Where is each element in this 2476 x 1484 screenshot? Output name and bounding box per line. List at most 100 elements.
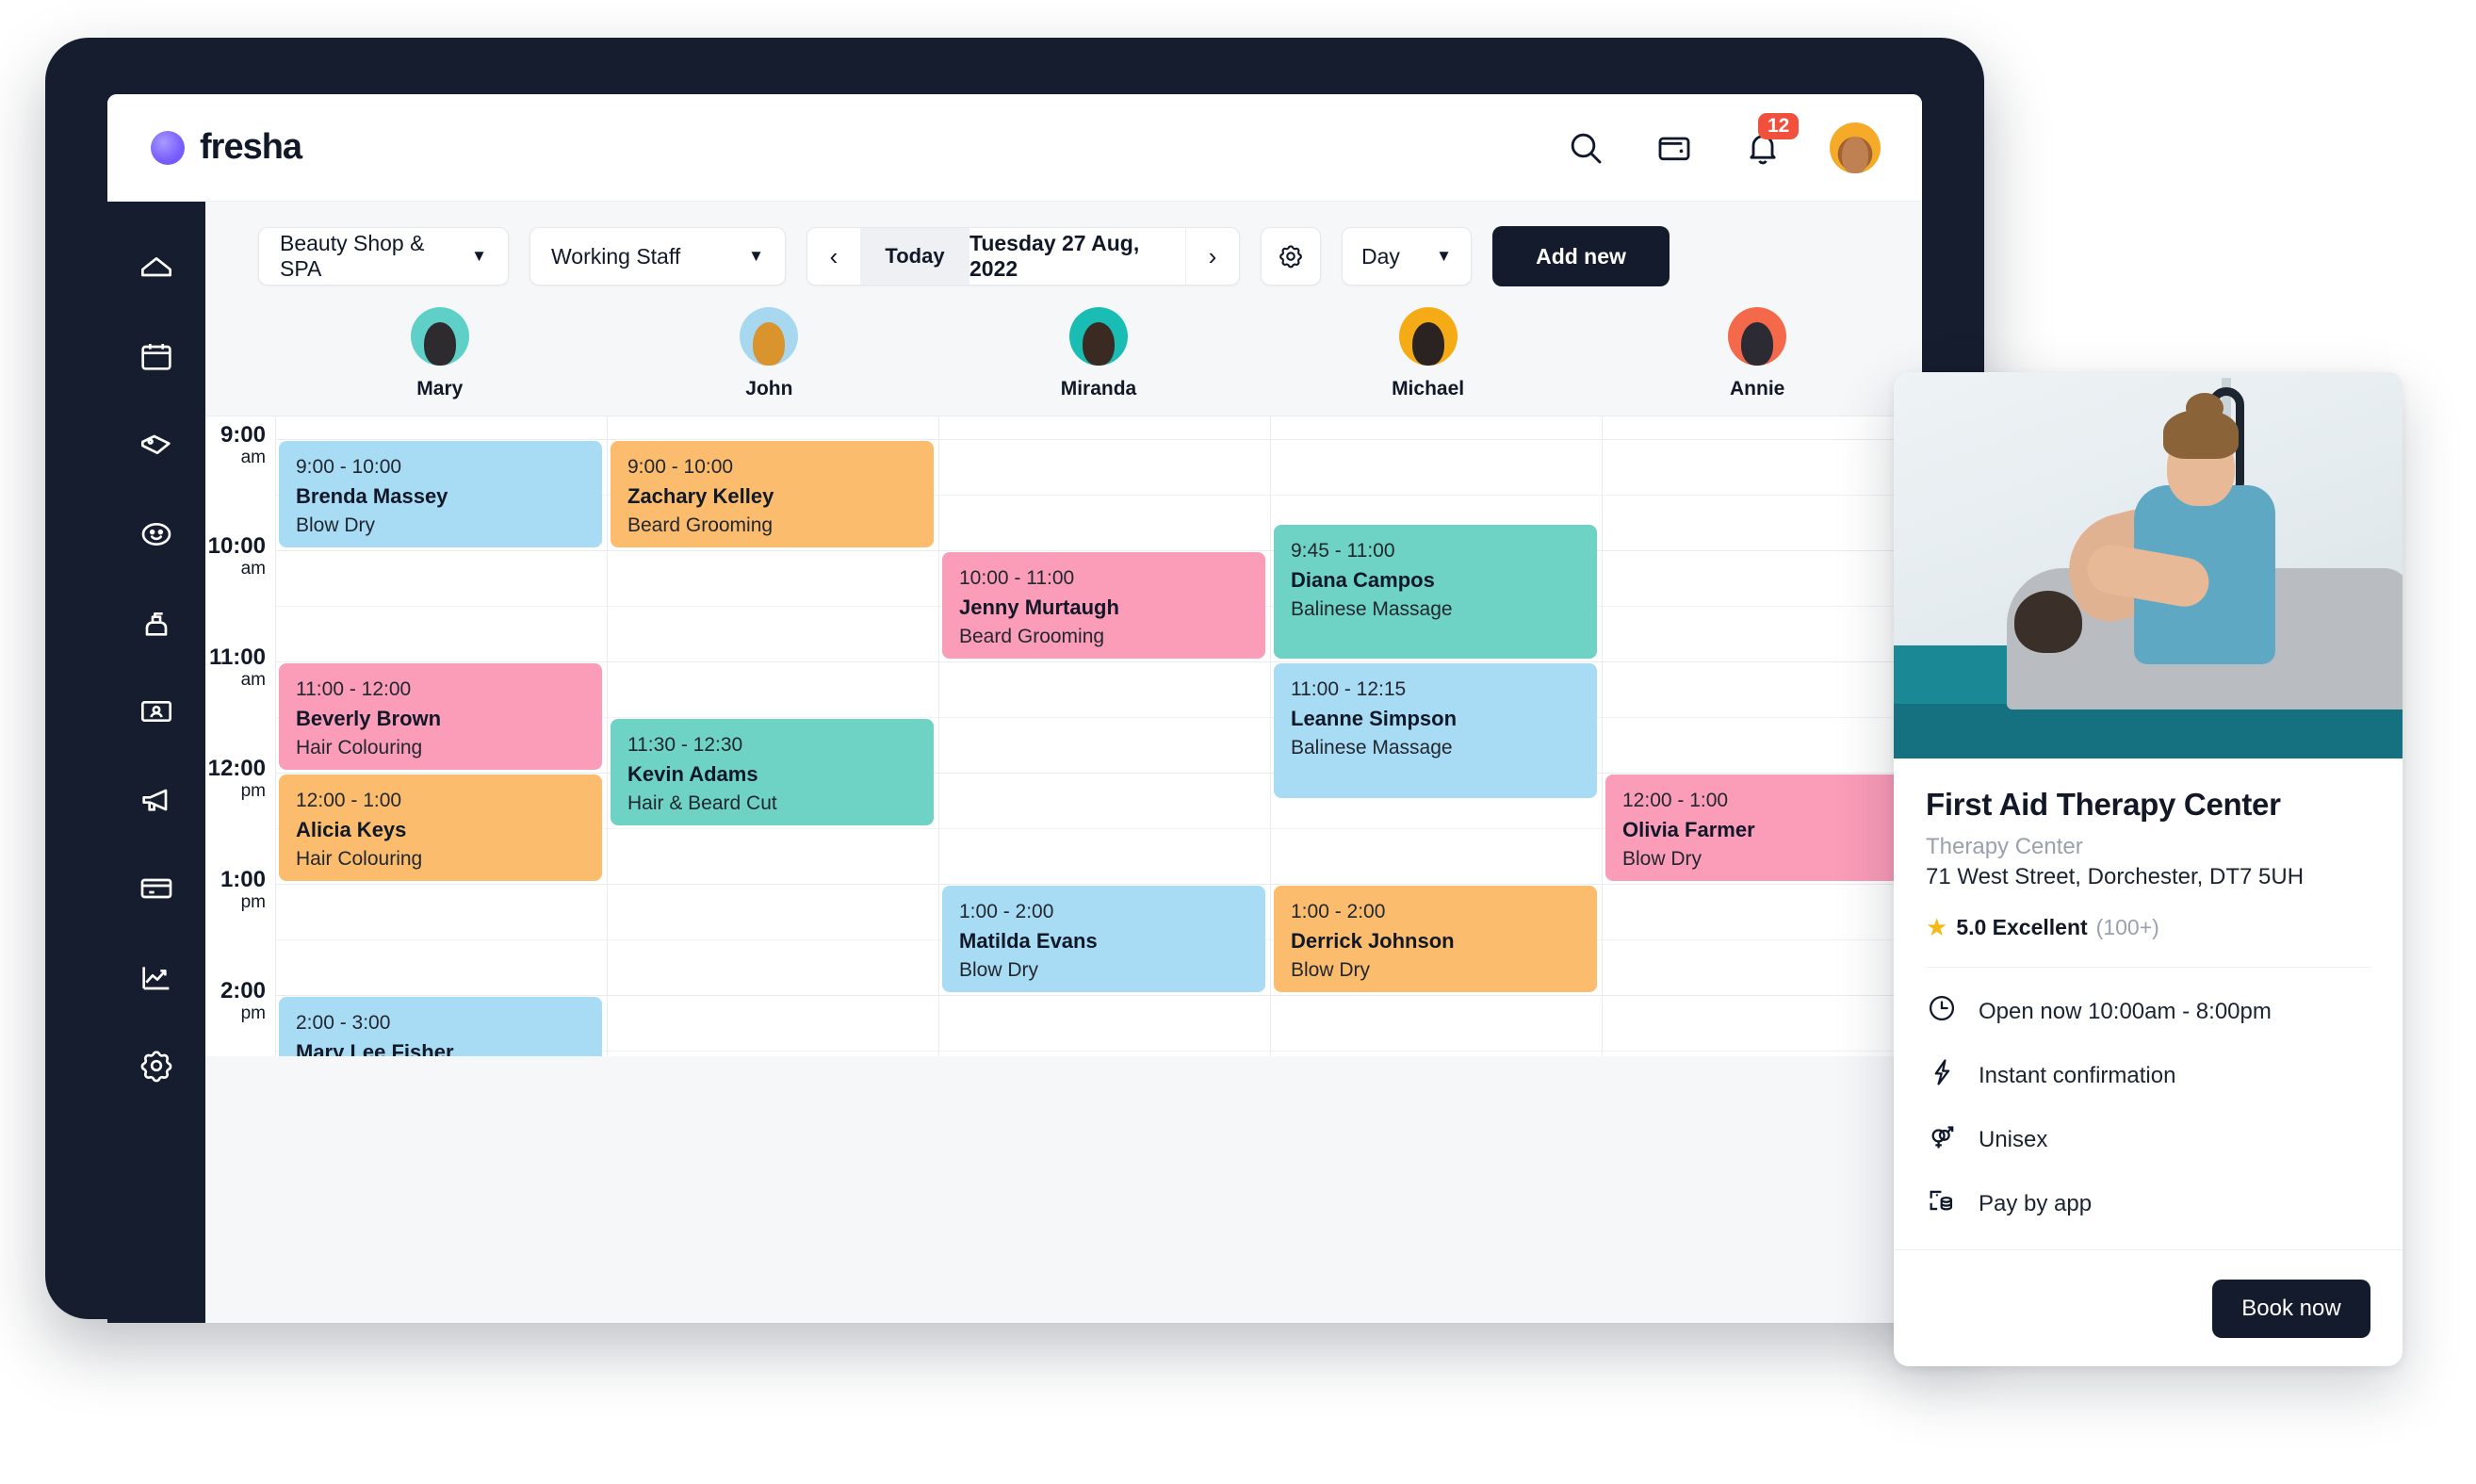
staff-avatar[interactable] [1068, 307, 1128, 366]
fresha-logo-icon [151, 130, 185, 165]
sidebar-item-payments[interactable] [130, 865, 183, 912]
venue-feature-label: Open now 10:00am - 8:00pm [1979, 998, 2272, 1024]
chevron-down-icon: ▼ [471, 247, 487, 265]
venue-address: 71 West Street, Dorchester, DT7 5UH [1926, 864, 2305, 889]
calendar-grid[interactable]: 9:00 - 10:00 Brenda Massey Blow Dry 11:00 -… [275, 416, 1922, 1056]
bell-icon[interactable]: 12 [1741, 112, 1800, 170]
unisex-icon [1926, 1120, 1958, 1159]
staff-avatar[interactable] [740, 307, 799, 366]
appointment-time: 11:30 - 12:30 [627, 734, 743, 756]
sidebar-item-marketing[interactable] [130, 776, 183, 824]
book-now-button[interactable]: Book now [2212, 1279, 2370, 1338]
appointment-service: Beard Grooming [627, 514, 774, 537]
app-top-bar: fresha 12 [107, 94, 1922, 202]
time-label-hour: 9:00 [220, 422, 266, 448]
grid-hour-line [275, 995, 1922, 996]
tablet-device-frame: fresha 12 Beauty Shop & SPA ▼ Working St… [45, 38, 1984, 1323]
sidebar-item-reports[interactable] [130, 954, 183, 1001]
today-button[interactable]: Today [860, 228, 969, 285]
appointment-client: Alicia Keys [296, 818, 407, 842]
sidebar-item-home[interactable] [130, 245, 183, 292]
time-label-meridiem: pm [240, 1003, 266, 1023]
wallet-icon[interactable] [1653, 126, 1696, 170]
appointment-client: Brenda Massey [296, 484, 448, 509]
appointment-time: 11:00 - 12:15 [1291, 678, 1407, 700]
staff-header-row: Mary John Miranda Michael Annie [275, 286, 1922, 400]
appointment-card[interactable]: 11:30 - 12:30 Kevin Adams Hair & Beard Cut [611, 719, 934, 825]
staff-filter-value: Working Staff [551, 243, 681, 269]
appointment-card[interactable]: 10:00 - 11:00 Jenny Murtaugh Beard Groomin… [942, 552, 1265, 659]
grid-hour-line [275, 550, 1922, 551]
venue-feature-label: Instant confirmation [1979, 1062, 2176, 1088]
time-label-hour: 2:00 [220, 978, 266, 1003]
view-mode-select[interactable]: Day ▼ [1342, 227, 1472, 285]
venue-details: First Aid Therapy Center Therapy Center … [1894, 758, 2403, 1223]
sidebar-item-clients[interactable] [130, 511, 183, 558]
time-label: 11:00 am [209, 646, 266, 692]
staff-avatar[interactable] [410, 307, 469, 366]
appointment-client: Olivia Farmer [1622, 818, 1755, 842]
staff-column-header: Annie [1592, 307, 1922, 400]
time-label-meridiem: pm [240, 781, 266, 801]
current-date-label[interactable]: Tuesday 27 Aug, 2022 [969, 228, 1186, 285]
sidebar-item-team[interactable] [130, 688, 183, 735]
venue-card: First Aid Therapy Center Therapy Center … [1894, 372, 2403, 1366]
grid-column-line [938, 416, 939, 1056]
venue-photo [1894, 372, 2403, 758]
sidebar-item-products[interactable] [130, 599, 183, 646]
time-label-meridiem: am [240, 559, 266, 579]
appointment-service: Blow Dry [296, 514, 376, 537]
appointment-card[interactable]: 9:00 - 10:00 Brenda Massey Blow Dry [279, 441, 602, 547]
staff-avatar[interactable] [1728, 307, 1787, 366]
staff-name: Michael [1392, 378, 1465, 400]
grid-hour-line [275, 439, 1922, 440]
brand-logo[interactable]: fresha [151, 127, 302, 168]
main-content: Beauty Shop & SPA ▼ Working Staff ▼ ‹ To… [205, 202, 1922, 1323]
time-label: 12:00 pm [208, 758, 266, 803]
grid-hour-line [275, 661, 1922, 662]
venue-rating-count: (100+) [2095, 915, 2159, 939]
time-label: 9:00 am [220, 424, 266, 469]
appointment-time: 10:00 - 11:00 [959, 567, 1075, 589]
appointment-service: Blow Dry [1622, 848, 1702, 871]
sidebar-item-settings[interactable] [130, 1042, 183, 1089]
staff-name: John [745, 378, 793, 400]
venue-feature-item: Instant confirmation [1926, 1056, 2370, 1095]
sidebar-item-calendar[interactable] [130, 334, 183, 381]
search-icon[interactable] [1564, 126, 1607, 170]
appointment-card[interactable]: 11:00 - 12:00 Beverly Brown Hair Colouring [279, 663, 602, 770]
calendar-settings-button[interactable] [1261, 227, 1321, 285]
calendar-grid-wrapper: 9:00 am 10:00 am 11:00 am 12:00 pm 1:00 pm 2:00 pm … [205, 416, 1922, 1056]
location-select-value: Beauty Shop & SPA [280, 231, 425, 281]
user-avatar[interactable] [1830, 122, 1881, 173]
staff-name: Annie [1730, 378, 1785, 400]
appointment-time: 1:00 - 2:00 [1291, 901, 1386, 922]
appointment-card[interactable]: 1:00 - 2:00 Matilda Evans Blow Dry [942, 886, 1265, 992]
sidebar-item-sales[interactable] [130, 422, 183, 469]
appointment-client: Zachary Kelley [627, 484, 774, 509]
staff-column-header: Mary [275, 307, 605, 400]
chevron-down-icon: ▼ [1436, 247, 1452, 265]
appointment-card[interactable]: 9:45 - 11:00 Diana Campos Balinese Massage [1274, 524, 1597, 659]
appointment-card[interactable]: 9:00 - 10:00 Zachary Kelley Beard Grooming [611, 441, 934, 547]
location-select[interactable]: Beauty Shop & SPA ▼ [258, 227, 509, 285]
time-label-hour: 12:00 [207, 756, 266, 781]
appointment-card[interactable]: 12:00 - 1:00 Alicia Keys Hair Colouring [279, 775, 602, 881]
staff-filter-select[interactable]: Working Staff ▼ [529, 227, 786, 285]
appointment-time: 12:00 - 1:00 [296, 790, 402, 811]
staff-avatar[interactable] [1398, 307, 1458, 366]
time-label-hour: 1:00 [220, 867, 266, 892]
appointment-card[interactable]: 11:00 - 12:15 Leanne Simpson Balinese Mass… [1274, 663, 1597, 798]
appointment-card[interactable]: 2:00 - 3:00Mary Lee FisherHair Colouring [279, 997, 602, 1056]
prev-day-button[interactable]: ‹ [807, 228, 860, 285]
appointment-card[interactable]: 1:00 - 2:00 Derrick Johnson Blow Dry [1274, 886, 1597, 992]
add-new-button[interactable]: Add new [1492, 226, 1670, 286]
time-gutter: 9:00 am 10:00 am 11:00 am 12:00 pm 1:00 pm 2:00 pm [205, 416, 275, 1056]
venue-category: Therapy Center [1926, 834, 2083, 859]
next-day-button[interactable]: › [1186, 228, 1239, 285]
appointment-card[interactable]: 12:00 - 1:00 Olivia Farmer Blow Dry [1605, 775, 1922, 881]
time-label: 10:00 am [208, 535, 266, 580]
venue-feature-item: Unisex [1926, 1120, 2370, 1159]
appointment-service: Balinese Massage [1291, 597, 1453, 620]
appointment-time: 9:00 - 10:00 [296, 456, 402, 478]
